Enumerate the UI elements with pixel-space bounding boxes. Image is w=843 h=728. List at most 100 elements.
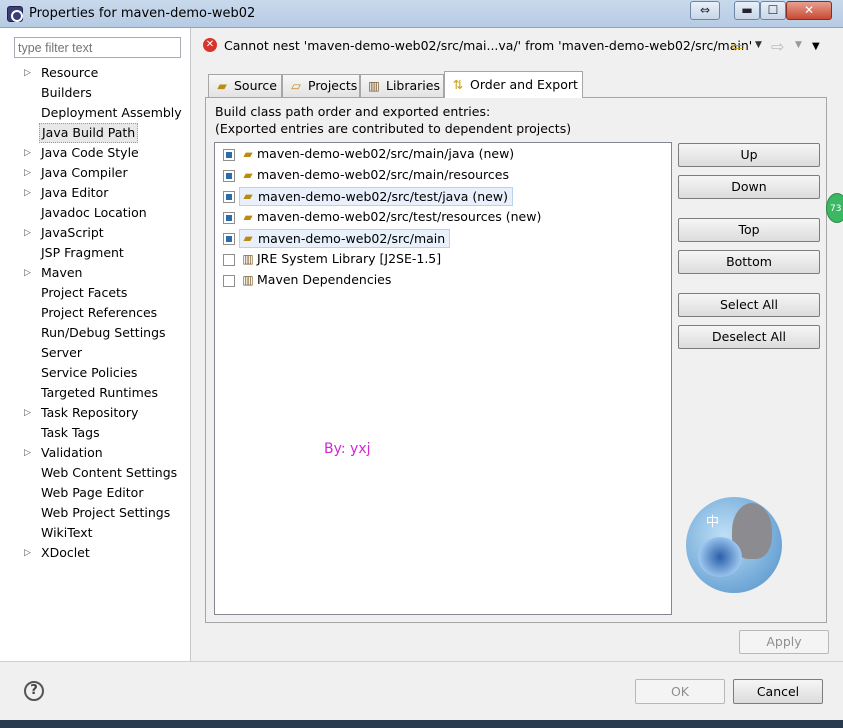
minimize-button[interactable]: ▬: [734, 1, 760, 20]
tab-label: Source: [234, 78, 277, 93]
classpath-entry-label: maven-demo-web02/src/test/resources (new…: [257, 209, 542, 224]
source-folder-icon: ▰: [243, 168, 253, 182]
sidebar-item-label: Resource: [41, 65, 99, 80]
classpath-entry-label: maven-demo-web02/src/test/java (new): [239, 187, 513, 206]
expand-arrow-icon[interactable]: ▷: [24, 263, 31, 283]
sidebar-item-label: Web Content Settings: [41, 465, 178, 480]
sidebar-item-label: JavaScript: [41, 225, 104, 240]
tab-projects[interactable]: ▱ Projects: [282, 74, 360, 97]
source-folder-icon: ▰: [243, 147, 253, 161]
library-icon: ▥: [242, 252, 254, 266]
back-dropdown-icon[interactable]: ▼: [755, 40, 762, 50]
expand-arrow-icon[interactable]: ▷: [24, 443, 31, 463]
tab-libraries[interactable]: ▥ Libraries: [360, 74, 444, 97]
down-button[interactable]: Down: [678, 175, 820, 199]
cancel-button[interactable]: Cancel: [733, 679, 823, 704]
avatar-label: 中: [706, 515, 720, 530]
sidebar-item-label: Deployment Assembly: [41, 105, 182, 120]
order-export-icon: ⇅: [452, 77, 464, 92]
filter-input[interactable]: [14, 37, 181, 58]
panel-description-note: (Exported entries are contributed to dep…: [215, 121, 572, 136]
error-icon: ✕: [203, 38, 217, 52]
projects-icon: ▱: [291, 78, 301, 93]
export-checkbox[interactable]: [223, 233, 235, 245]
help-icon[interactable]: ?: [24, 681, 44, 701]
window-title: Properties for maven-demo-web02: [29, 6, 256, 21]
bottom-button[interactable]: Bottom: [678, 250, 820, 274]
classpath-entry-label: maven-demo-web02/src/main/java (new): [257, 146, 515, 161]
expand-arrow-icon[interactable]: ▷: [24, 543, 31, 563]
panel-description: Build class path order and exported entr…: [215, 104, 491, 119]
forward-arrow-icon[interactable]: ⇨: [771, 37, 784, 56]
source-folder-icon: ▰: [243, 231, 253, 245]
sidebar-item-label: XDoclet: [41, 545, 90, 560]
sidebar-item-label: Javadoc Location: [41, 205, 147, 220]
export-checkbox[interactable]: [223, 212, 235, 224]
sidebar-item-label: Project References: [41, 305, 158, 320]
sidebar-item-label: Web Project Settings: [41, 505, 171, 520]
sidebar-item-label: Validation: [41, 445, 103, 460]
sidebar-item-label: Task Tags: [41, 425, 100, 440]
export-checkbox[interactable]: [223, 254, 235, 266]
close-button[interactable]: ✕: [786, 1, 832, 20]
up-button[interactable]: Up: [678, 143, 820, 167]
tab-label: Projects: [308, 78, 358, 93]
expand-arrow-icon[interactable]: ▷: [24, 403, 31, 423]
os-taskbar: [0, 720, 843, 728]
back-arrow-icon[interactable]: ⇦: [731, 37, 744, 56]
ok-button[interactable]: OK: [635, 679, 725, 704]
export-checkbox[interactable]: [223, 170, 235, 182]
classpath-entry-label: maven-demo-web02/src/main/resources: [257, 167, 509, 182]
export-checkbox[interactable]: [223, 275, 235, 287]
error-message: Cannot nest 'maven-demo-web02/src/mai...…: [224, 38, 753, 53]
tab-order-and-export[interactable]: ⇅ Order and Export: [444, 71, 583, 98]
source-folder-icon: ▰: [243, 210, 253, 224]
restore-icon[interactable]: ⇔: [690, 1, 720, 20]
eclipse-app-icon: [7, 6, 23, 22]
sidebar-item-label: Service Policies: [41, 365, 138, 380]
source-folder-icon: ▰: [243, 189, 253, 203]
sidebar-item-label: Project Facets: [41, 285, 128, 300]
expand-arrow-icon[interactable]: ▷: [24, 223, 31, 243]
classpath-entry-label: Maven Dependencies: [257, 272, 392, 287]
sidebar-item-label: JSP Fragment: [41, 245, 124, 260]
view-menu-icon[interactable]: ▼: [812, 41, 820, 52]
expand-arrow-icon[interactable]: ▷: [24, 163, 31, 183]
sidebar-item-label: Targeted Runtimes: [41, 385, 158, 400]
floating-badge[interactable]: 73: [826, 193, 843, 223]
tab-source[interactable]: ▰ Source: [208, 74, 282, 97]
export-checkbox[interactable]: [223, 191, 235, 203]
watermark-text: By: yxj: [324, 441, 371, 457]
sidebar-item-label: Java Compiler: [41, 165, 128, 180]
maximize-button[interactable]: ☐: [760, 1, 786, 20]
tab-label: Libraries: [386, 78, 440, 93]
deselect-all-button[interactable]: Deselect All: [678, 325, 820, 349]
sidebar-item-label: Web Page Editor: [41, 485, 144, 500]
sidebar-item-label: Java Editor: [41, 185, 109, 200]
classpath-entry-label: maven-demo-web02/src/main: [239, 229, 451, 248]
sidebar-item-label: Maven: [41, 265, 83, 280]
classpath-entries-list[interactable]: maven-demo-web02/src/main/java (new) ▰ mav…: [214, 142, 672, 615]
sidebar-item-label: Server: [41, 345, 82, 360]
apply-button[interactable]: Apply: [739, 630, 829, 654]
floating-avatar-widget[interactable]: 中: [686, 497, 782, 593]
sidebar-item-label: Task Repository: [41, 405, 139, 420]
property-pages-sidebar: ▷ Resource Builders Deployment Assembly Java…: [0, 28, 191, 661]
top-button[interactable]: Top: [678, 218, 820, 242]
sidebar-item-label: Java Code Style: [41, 145, 139, 160]
sidebar-item-label: Run/Debug Settings: [41, 325, 166, 340]
expand-arrow-icon[interactable]: ▷: [24, 183, 31, 203]
export-checkbox[interactable]: [223, 149, 235, 161]
libraries-icon: ▥: [368, 78, 380, 93]
source-folder-icon: ▰: [217, 78, 227, 93]
sidebar-item-label: WikiText: [41, 525, 93, 540]
tab-label: Order and Export: [470, 77, 578, 92]
select-all-button[interactable]: Select All: [678, 293, 820, 317]
sidebar-item-label: Builders: [41, 85, 92, 100]
sidebar-item-label: Java Build Path: [39, 123, 139, 143]
classpath-entry-label: JRE System Library [J2SE-1.5]: [257, 251, 442, 266]
expand-arrow-icon[interactable]: ▷: [24, 63, 31, 83]
expand-arrow-icon[interactable]: ▷: [24, 143, 31, 163]
forward-dropdown-icon[interactable]: ▼: [795, 40, 802, 50]
library-icon: ▥: [242, 273, 254, 287]
